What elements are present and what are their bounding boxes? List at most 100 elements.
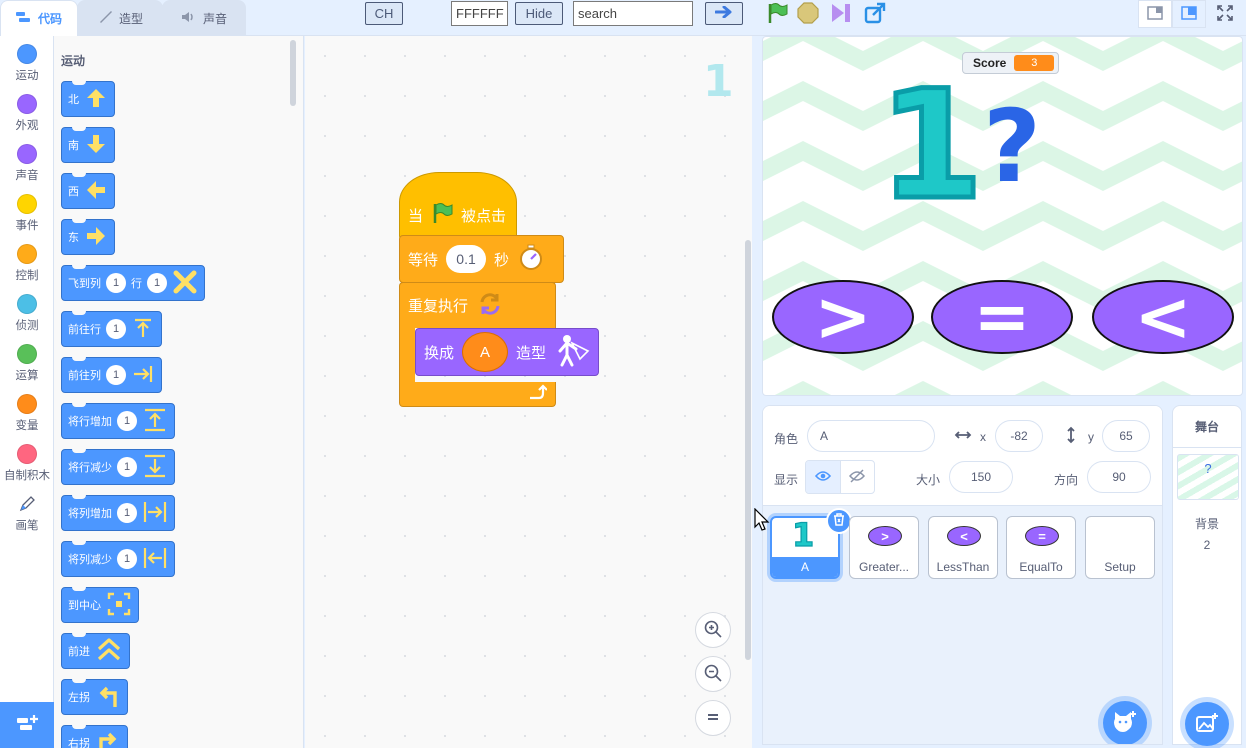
stopwatch-icon — [517, 243, 545, 275]
block-south[interactable]: 南 — [61, 127, 115, 163]
block-fly-to[interactable]: 飞到列 1 行 1 — [61, 265, 205, 301]
hide-sprite-button[interactable] — [839, 461, 875, 493]
wait-seconds-input[interactable]: 0.1 — [446, 245, 487, 273]
category-looks[interactable]: 外观 — [0, 90, 54, 140]
category-label: 侦测 — [15, 320, 39, 332]
forever-block[interactable]: 重复执行 — [399, 282, 556, 328]
block-arg[interactable]: 1 — [106, 365, 126, 385]
backdrop-thumbnail: ? — [1177, 454, 1239, 500]
block-arg[interactable]: 1 — [106, 319, 126, 339]
costume-dropdown[interactable]: A — [462, 332, 508, 372]
y-input[interactable]: 65 — [1102, 420, 1150, 452]
zoom-in-button[interactable] — [695, 612, 731, 648]
block-forward[interactable]: 前进 — [61, 633, 130, 669]
add-sprite-button[interactable] — [1103, 701, 1147, 744]
block-palette: 运动 北 南 西 东 飞到列 1 行 1 前往行 1 前往列 1 将行增加 1 … — [54, 36, 304, 748]
category-events[interactable]: 事件 — [0, 190, 54, 240]
block-north[interactable]: 北 — [61, 81, 115, 117]
tab-code[interactable]: 代码 — [0, 0, 78, 36]
block-row-increase[interactable]: 将行增加 1 — [61, 403, 175, 439]
category-control[interactable]: 控制 — [0, 240, 54, 290]
eye-slash-icon — [849, 468, 866, 486]
tab-costumes[interactable]: 造型 — [77, 0, 163, 36]
search-input[interactable]: search — [573, 1, 693, 26]
category-variables[interactable]: 变量 — [0, 390, 54, 440]
category-sensing[interactable]: 侦测 — [0, 290, 54, 340]
block-label: 等待 — [408, 251, 439, 269]
number-sprite[interactable]: 1 — [876, 69, 985, 224]
sprite-number-watermark: 1 — [703, 56, 734, 107]
add-backdrop-button[interactable] — [1185, 702, 1229, 746]
pause-icon[interactable] — [830, 2, 852, 27]
greater-than-button[interactable]: > — [772, 278, 914, 357]
category-my-blocks[interactable]: 自制积木 — [0, 440, 54, 490]
switch-costume-block[interactable]: 换成 A 造型 — [415, 328, 599, 376]
category-menu: 运动 外观 声音 事件 控制 侦测 运算 变量 自制积木 画笔 — [0, 36, 54, 702]
block-row-decrease[interactable]: 将行减少 1 — [61, 449, 175, 485]
color-input[interactable]: FFFFFF — [451, 1, 508, 26]
direction-input[interactable]: 90 — [1087, 461, 1151, 493]
block-arg[interactable]: 1 — [117, 457, 137, 477]
block-arg-col[interactable]: 1 — [106, 273, 126, 293]
block-arg[interactable]: 1 — [117, 411, 137, 431]
block-col-decrease[interactable]: 将列减少 1 — [61, 541, 175, 577]
block-label: 将行增加 — [68, 416, 112, 428]
size-input[interactable]: 150 — [949, 461, 1013, 493]
category-motion[interactable]: 运动 — [0, 40, 54, 90]
block-turn-left[interactable]: 左拐 — [61, 679, 128, 715]
block-to-center[interactable]: 到中心 — [61, 587, 139, 623]
block-goto-col[interactable]: 前往列 1 — [61, 357, 162, 393]
block-label: 到中心 — [68, 600, 101, 612]
block-turn-right[interactable]: 右拐 — [61, 725, 128, 748]
green-flag-icon — [431, 202, 453, 228]
sprite-tile-a[interactable]: 1 A — [770, 508, 852, 579]
green-flag-icon[interactable] — [766, 2, 788, 27]
category-pen[interactable]: 画笔 — [0, 490, 54, 540]
stop-icon[interactable] — [797, 2, 819, 27]
large-stage-button[interactable] — [1172, 0, 1206, 28]
sprite-tile-equalto[interactable]: = EqualTo — [1006, 516, 1076, 579]
share-icon[interactable] — [864, 2, 886, 27]
category-label: 事件 — [15, 220, 39, 232]
x-input[interactable]: -82 — [995, 420, 1043, 452]
row-down-icon — [142, 453, 168, 482]
block-arg[interactable]: 1 — [117, 549, 137, 569]
stage-canvas[interactable]: Score 3 1 ? > = < — [762, 36, 1243, 396]
zoom-out-button[interactable] — [695, 656, 731, 692]
add-extension-button[interactable] — [0, 702, 54, 748]
sprite-tile-setup[interactable]: Setup — [1085, 516, 1155, 579]
block-arg[interactable]: 1 — [117, 503, 137, 523]
sprite-name-input[interactable]: A — [807, 420, 935, 452]
ch-button[interactable]: CH — [365, 2, 403, 25]
chevrons-up-icon — [95, 636, 123, 667]
go-button[interactable] — [705, 2, 743, 25]
palette-scrollbar[interactable] — [290, 40, 296, 106]
y-label: y — [1088, 430, 1094, 444]
block-east[interactable]: 东 — [61, 219, 115, 255]
equal-to-button[interactable]: = — [931, 278, 1073, 357]
sprite-thumb: = — [1025, 526, 1059, 546]
stage-target-panel[interactable]: 舞台 ? 背景 2 — [1172, 405, 1242, 746]
fullscreen-button[interactable] — [1208, 0, 1242, 28]
category-label: 自制积木 — [4, 470, 50, 482]
when-flag-clicked-block[interactable]: 当 被点击 — [399, 172, 517, 240]
block-goto-row[interactable]: 前往行 1 — [61, 311, 162, 347]
script-scrollbar[interactable] — [745, 240, 751, 660]
small-stage-button[interactable] — [1138, 0, 1172, 28]
less-than-button[interactable]: < — [1092, 278, 1234, 357]
category-sound[interactable]: 声音 — [0, 140, 54, 190]
zoom-reset-button[interactable] — [695, 700, 731, 736]
wait-block[interactable]: 等待 0.1 秒 — [399, 235, 564, 283]
block-label: 右拐 — [68, 738, 90, 748]
sprite-tile-greater[interactable]: > Greater... — [849, 516, 919, 579]
block-west[interactable]: 西 — [61, 173, 115, 209]
variables-dot — [17, 394, 37, 414]
hide-button[interactable]: Hide — [515, 2, 563, 25]
category-operators[interactable]: 运算 — [0, 340, 54, 390]
block-arg-row[interactable]: 1 — [147, 273, 167, 293]
tab-sounds[interactable]: 声音 — [162, 0, 246, 36]
sprite-tile-lessthan[interactable]: < LessThan — [928, 516, 998, 579]
block-col-increase[interactable]: 将列增加 1 — [61, 495, 175, 531]
show-button[interactable] — [806, 461, 840, 493]
script-area[interactable]: 1 当 被点击 等待 0.1 秒 重复执行 换成 A 造型 — [305, 36, 752, 748]
